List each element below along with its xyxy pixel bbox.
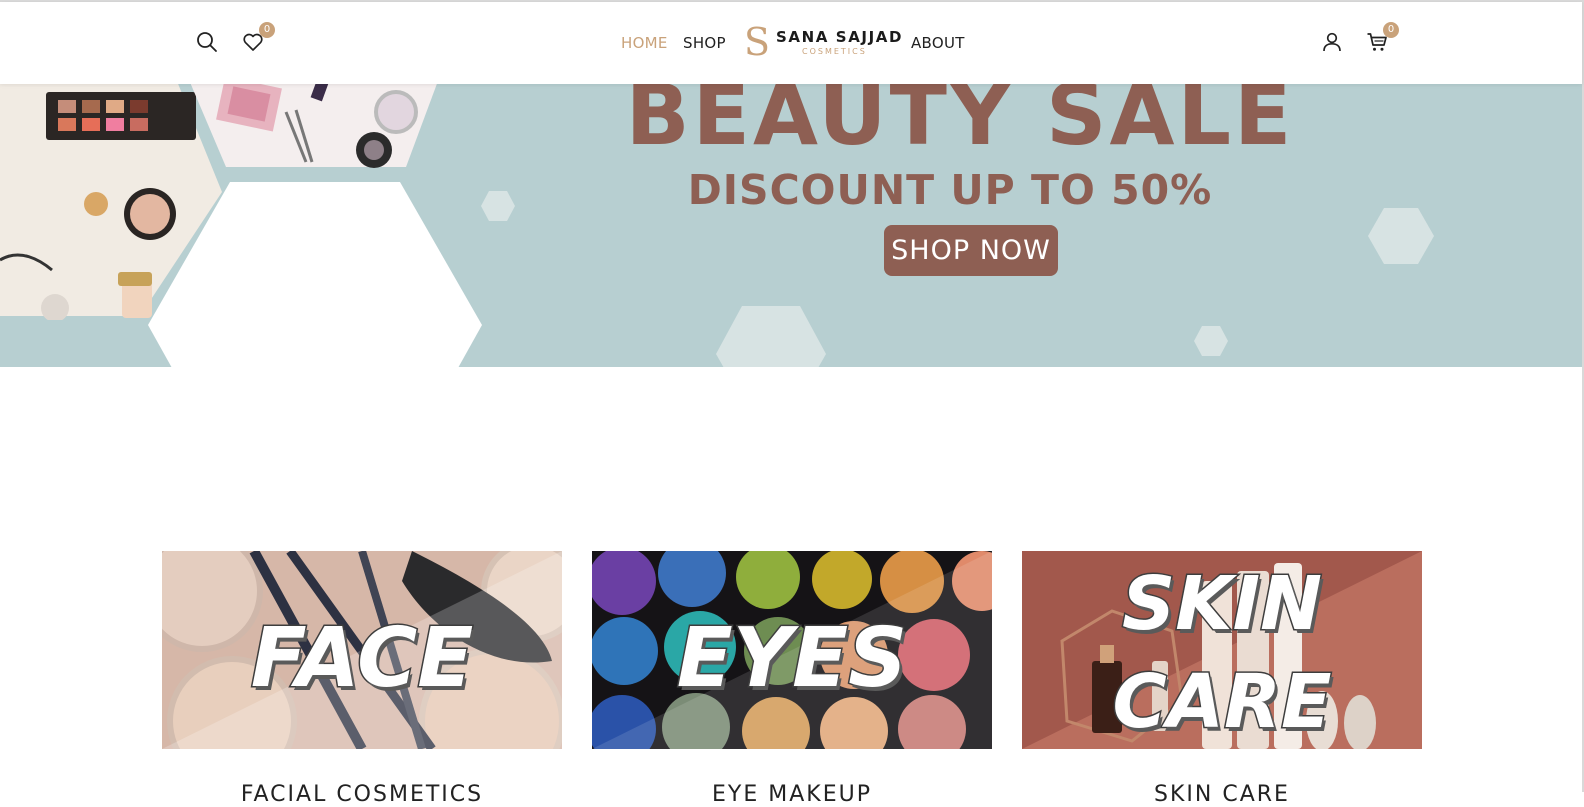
- hero-title: BEAUTY SALE: [625, 84, 1295, 164]
- hexagon-frame: [148, 182, 482, 367]
- makeup-palette-image: [190, 84, 437, 168]
- decorative-hexagon: [716, 306, 826, 367]
- hero-banner: BEAUTY SALE DISCOUNT UP TO 50% SHOP NOW: [0, 84, 1584, 367]
- category-label-care: CARE: [1111, 658, 1333, 747]
- category-label-eyes: EYES: [675, 610, 908, 708]
- nav-home[interactable]: HOME: [621, 34, 668, 52]
- cart-button[interactable]: 0: [1363, 22, 1399, 56]
- category-label-skin: SKIN: [1120, 560, 1323, 649]
- logo-tagline: COSMETICS: [802, 47, 867, 56]
- nav-about[interactable]: ABOUT: [911, 34, 965, 52]
- wishlist-count-badge: 0: [259, 22, 275, 38]
- wishlist-button[interactable]: 0: [239, 22, 275, 56]
- search-icon: [197, 32, 217, 52]
- category-label-skincare: SKIN CARE: [1022, 555, 1422, 749]
- category-caption-eyes[interactable]: EYE MAKEUP: [592, 782, 992, 807]
- category-caption-face[interactable]: FACIAL COSMETICS: [162, 782, 562, 807]
- cart-count-badge: 0: [1383, 22, 1399, 38]
- nav-shop[interactable]: SHOP: [683, 34, 726, 52]
- user-icon: [1323, 32, 1341, 52]
- shop-now-button[interactable]: SHOP NOW: [884, 225, 1058, 276]
- decorative-hexagon: [481, 191, 515, 221]
- category-label-face: FACE: [249, 610, 475, 708]
- logo-name: SANA SAJJAD: [776, 28, 904, 46]
- decorative-hexagon: [1368, 208, 1434, 264]
- category-card-face[interactable]: FACE: [162, 551, 562, 749]
- account-button[interactable]: [1318, 28, 1346, 56]
- brand-logo[interactable]: S SANA SAJJAD COSMETICS: [744, 20, 901, 64]
- category-caption-skincare[interactable]: SKIN CARE: [1022, 782, 1422, 807]
- site-header: 0 HOME SHOP S SANA SAJJAD COSMETICS ABOU…: [0, 2, 1582, 84]
- decorative-hexagon: [1194, 326, 1228, 356]
- hero-subtitle: DISCOUNT UP TO 50%: [687, 166, 1213, 214]
- category-card-eyes[interactable]: EYES: [592, 551, 992, 749]
- search-button[interactable]: [193, 28, 221, 56]
- logo-mark: S: [744, 20, 771, 64]
- category-card-skincare[interactable]: SKIN CARE: [1022, 551, 1422, 749]
